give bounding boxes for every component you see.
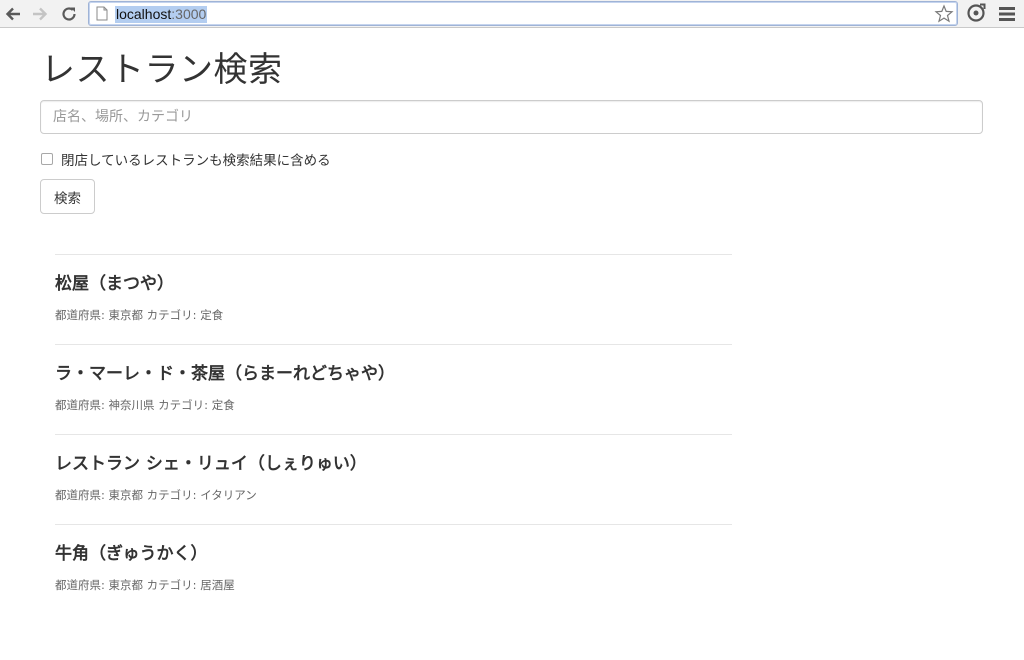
reload-button[interactable] (58, 3, 80, 25)
arrow-left-icon (5, 7, 20, 21)
list-item[interactable]: 松屋（まつや） 都道府県: 東京都 カテゴリ: 定食 (55, 254, 732, 344)
arrow-right-icon (33, 7, 48, 21)
page-title: レストラン検索 (41, 50, 283, 90)
list-item[interactable]: 牛角（ぎゅうかく） 都道府県: 東京都 カテゴリ: 居酒屋 (55, 524, 732, 614)
menu-icon[interactable] (998, 5, 1016, 23)
back-button[interactable] (2, 3, 24, 25)
restaurant-meta: 都道府県: 神奈川県 カテゴリ: 定食 (55, 398, 235, 412)
restaurant-name[interactable]: ラ・マーレ・ド・茶屋（らまーれどちゃや） (55, 362, 395, 386)
address-bar[interactable]: localhost:3000 (88, 1, 958, 26)
search-button[interactable]: 検索 (40, 179, 95, 214)
restaurant-name[interactable]: レストラン シェ・リュイ（しぇりゅい） (55, 452, 367, 476)
include-closed-label: 閉店しているレストランも検索結果に含める (61, 153, 331, 169)
page-icon (96, 6, 108, 21)
include-closed-checkbox[interactable] (41, 153, 53, 165)
restaurant-name[interactable]: 牛角（ぎゅうかく） (55, 542, 208, 566)
forward-button[interactable] (29, 3, 51, 25)
browser-toolbar: localhost:3000 (0, 0, 1024, 28)
restaurant-meta: 都道府県: 東京都 カテゴリ: 定食 (55, 308, 224, 322)
reload-icon (62, 7, 76, 21)
list-item[interactable]: ラ・マーレ・ド・茶屋（らまーれどちゃや） 都道府県: 神奈川県 カテゴリ: 定食 (55, 344, 732, 434)
extension-sync-icon[interactable] (965, 2, 987, 24)
url-port: :3000 (171, 6, 207, 22)
url-text[interactable]: localhost:3000 (115, 6, 208, 23)
restaurant-name[interactable]: 松屋（まつや） (55, 272, 174, 296)
url-host: localhost (116, 6, 172, 22)
restaurant-meta: 都道府県: 東京都 カテゴリ: 居酒屋 (55, 578, 235, 592)
results-list: 松屋（まつや） 都道府県: 東京都 カテゴリ: 定食 ラ・マーレ・ド・茶屋（らま… (55, 254, 732, 614)
include-closed-option[interactable]: 閉店しているレストランも検索結果に含める (40, 150, 331, 169)
list-item[interactable]: レストラン シェ・リュイ（しぇりゅい） 都道府県: 東京都 カテゴリ: イタリア… (55, 434, 732, 524)
search-input[interactable] (40, 100, 983, 134)
bookmark-star-icon[interactable] (934, 4, 954, 24)
restaurant-meta: 都道府県: 東京都 カテゴリ: イタリアン (55, 488, 257, 502)
